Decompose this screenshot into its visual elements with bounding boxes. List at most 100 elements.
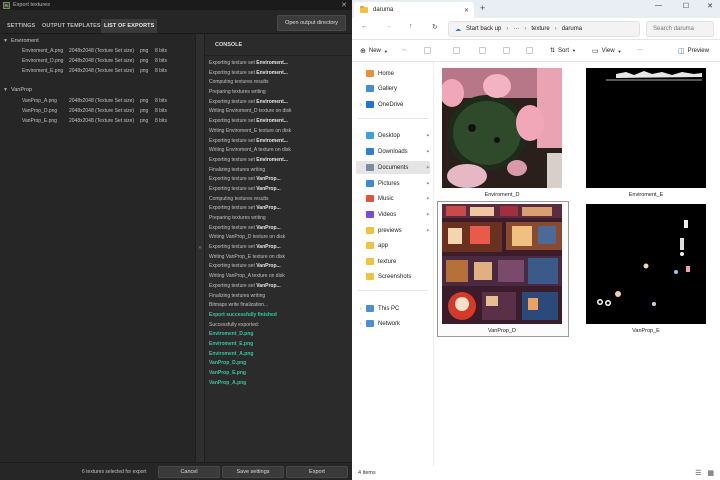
console-line: Exporting texture set VanProp... xyxy=(209,175,352,185)
export-button[interactable]: Export xyxy=(286,466,348,478)
new-tab-icon[interactable]: + xyxy=(480,3,485,13)
console-line: Writing Enviroment_D texture on disk xyxy=(209,107,352,117)
more-options-icon[interactable]: ··· xyxy=(637,47,643,53)
sidebar-item-texture[interactable]: texture xyxy=(356,255,430,268)
search-input[interactable]: Search daruma xyxy=(646,21,714,37)
list-item[interactable]: Enviroment_A.png 2048x2048 (Texture Set s… xyxy=(22,48,167,54)
list-item[interactable]: VanProp_D.png 2048x2048 (Texture Set size… xyxy=(22,108,167,114)
list-item[interactable]: VanProp_E.png 2048x2048 (Texture Set size… xyxy=(22,118,167,124)
back-icon[interactable]: ← xyxy=(361,23,368,30)
dialog-title: Export textures xyxy=(13,2,50,8)
sidebar-item-gallery[interactable]: Gallery xyxy=(356,82,430,95)
sidebar-item-network[interactable]: › Network xyxy=(356,317,430,330)
sidebar-item-label: Network xyxy=(378,320,401,327)
panel-splitter[interactable]: » xyxy=(195,34,205,462)
file-item-selected[interactable]: VanProp_D xyxy=(437,201,569,337)
sidebar-item-this-pc[interactable]: › This PC xyxy=(356,302,430,315)
sidebar-item-screenshots[interactable]: Screenshots xyxy=(356,270,430,283)
breadcrumb-item[interactable]: Start back up xyxy=(466,26,501,32)
close-tab-icon[interactable]: ✕ xyxy=(464,7,469,14)
group-enviroment[interactable]: ▼ Enviroment xyxy=(3,38,39,44)
new-button[interactable]: ⊕ New ▼ xyxy=(360,47,388,55)
list-item[interactable]: Enviroment_D.png 2048x2048 (Texture Set s… xyxy=(22,58,167,64)
sidebar-item-label: Videos xyxy=(378,211,397,218)
maximize-icon[interactable]: ☐ xyxy=(683,2,689,10)
breadcrumb[interactable]: ☁ Start back up › ··· › texture › daruma xyxy=(448,21,640,37)
forward-icon[interactable]: → xyxy=(385,23,392,30)
console-line: Export successfully finished xyxy=(209,311,352,321)
tab-settings[interactable]: SETTINGS xyxy=(7,23,35,29)
sort-button[interactable]: ⇅ Sort ▼ xyxy=(550,47,576,55)
chevron-right-icon: › xyxy=(506,26,509,32)
cloud-backup-icon: ☁ xyxy=(455,26,461,33)
file-bits: 8 bits xyxy=(155,98,167,104)
breadcrumb-item[interactable]: daruma xyxy=(562,26,582,32)
sidebar-item-desktop[interactable]: Desktop ✦ xyxy=(356,129,430,142)
console-line: Preparing textures writing xyxy=(209,214,352,224)
plus-circle-icon: ⊕ xyxy=(360,48,366,55)
sidebar-item-home[interactable]: Home xyxy=(356,67,430,80)
pin-icon: ✦ xyxy=(425,227,430,234)
file-item[interactable]: Enviroment_D xyxy=(442,68,562,200)
console-line-text: Finalizing textures writing xyxy=(209,166,266,173)
sidebar-item-downloads[interactable]: Downloads ✦ xyxy=(356,145,430,158)
tab-daruma[interactable]: daruma ✕ xyxy=(354,2,474,18)
view-button[interactable]: ▭ View ▼ xyxy=(592,47,622,55)
console-line-emphasis: VanProp... xyxy=(256,263,281,270)
console-line-text: Writing VanProp_A texture on disk xyxy=(209,273,285,280)
sidebar-item-music[interactable]: Music ✦ xyxy=(356,192,430,205)
cut-icon[interactable]: ✂ xyxy=(402,47,407,54)
paste-icon[interactable] xyxy=(453,47,460,54)
console-line: Exporting texture set Enviroment... xyxy=(209,69,352,79)
tab-list-of-exports[interactable]: LIST OF EXPORTS xyxy=(101,19,158,33)
details-view-icon[interactable]: ☰ xyxy=(695,470,701,477)
list-item[interactable]: VanProp_A.png 2048x2048 (Texture Set size… xyxy=(22,98,167,104)
expand-chevron-icon[interactable]: › xyxy=(356,102,366,108)
breadcrumb-item[interactable]: texture xyxy=(531,26,549,32)
file-item[interactable]: Enviroment_E xyxy=(586,68,706,200)
pin-icon: ✦ xyxy=(425,195,430,202)
file-item[interactable]: VanProp_E xyxy=(586,204,706,336)
delete-icon[interactable] xyxy=(526,47,533,54)
copy-icon[interactable] xyxy=(424,47,431,54)
breadcrumb-item[interactable]: ··· xyxy=(513,26,519,32)
open-output-directory-button[interactable]: Open output directory xyxy=(277,15,346,31)
sidebar-item-documents[interactable]: Documents ✦ xyxy=(356,161,430,174)
file-name: Enviroment_D.png xyxy=(22,58,64,64)
file-bits: 8 bits xyxy=(155,108,167,114)
tiles-view-icon[interactable]: ▦ xyxy=(707,470,714,477)
rename-icon[interactable] xyxy=(479,47,486,54)
close-icon[interactable]: ✕ xyxy=(336,1,352,9)
list-item[interactable]: Enviroment_E.png 2048x2048 (Texture Set s… xyxy=(22,68,167,74)
console-line: Exporting texture set VanProp... xyxy=(209,185,352,195)
console-line-text: Successfully exported: xyxy=(209,321,260,328)
tab-output-templates[interactable]: OUTPUT TEMPLATES xyxy=(42,23,101,29)
selected-count: 6 textures selected for export xyxy=(82,469,147,475)
console-line: Computing textures results xyxy=(209,78,352,88)
cancel-button[interactable]: Cancel xyxy=(158,466,220,478)
sidebar-item-pictures[interactable]: Pictures ✦ xyxy=(356,177,430,190)
refresh-icon[interactable]: ↻ xyxy=(432,23,438,31)
sidebar-item-label: Documents xyxy=(378,164,409,171)
preview-button[interactable]: ◫ Preview xyxy=(678,47,709,55)
expand-chevron-icon[interactable]: › xyxy=(356,321,366,327)
console-line-text: Exporting texture set xyxy=(209,60,257,66)
file-size: 2048x2048 (Texture Set size) xyxy=(69,48,135,54)
sidebar-item-videos[interactable]: Videos ✦ xyxy=(356,208,430,221)
console-line: Writing Enviroment_A texture on disk xyxy=(209,146,352,156)
close-window-icon[interactable]: ✕ xyxy=(707,2,713,10)
sidebar-item-label: app xyxy=(378,242,389,249)
console-line: Bitmaps write finalization... xyxy=(209,301,352,311)
save-settings-button[interactable]: Save settings xyxy=(222,466,284,478)
sidebar-item-previews[interactable]: previews ✦ xyxy=(356,224,430,237)
expand-chevron-icon[interactable]: › xyxy=(356,306,366,312)
console-line: VanProp_E.png xyxy=(209,369,352,379)
sidebar-item-onedrive[interactable]: › OneDrive xyxy=(356,98,430,111)
up-icon[interactable]: ↑ xyxy=(409,23,413,30)
sidebar-item-app[interactable]: app xyxy=(356,239,430,252)
chevron-down-icon: ▼ xyxy=(3,38,8,44)
console-line-emphasis: Enviroment... xyxy=(256,69,288,76)
group-vanprop[interactable]: ▼ VanProp xyxy=(3,87,32,93)
minimize-icon[interactable]: — xyxy=(655,2,662,9)
share-icon[interactable] xyxy=(503,47,510,54)
